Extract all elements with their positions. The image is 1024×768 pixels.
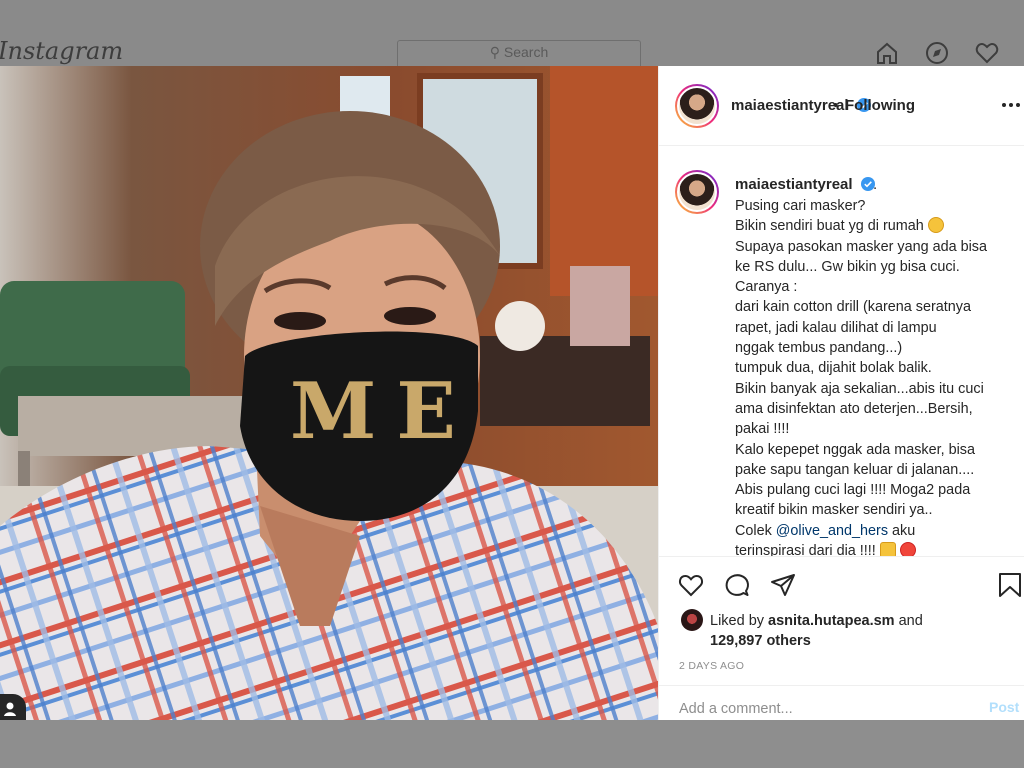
- caption-author: maiaestiantyreal: [735, 176, 875, 193]
- caption-line: nggak tembus pandang...): [735, 340, 903, 357]
- caption-line: pake sapu tangan keluar di jalanan....: [735, 461, 975, 478]
- heart-icon[interactable]: [677, 571, 705, 599]
- caption-area: maiaestiantyreal . Pusing cari masker? B…: [659, 146, 1024, 556]
- bookmark-icon[interactable]: [997, 571, 1023, 599]
- post-actions: Liked by asnita.hutapea.sm and 129,897 o…: [659, 556, 1024, 720]
- caption-line: Kalo kepepet nggak ada masker, bisa: [735, 441, 976, 458]
- page-header-dimmed: Instagram ⚲ Search: [0, 0, 1024, 66]
- caption-line: Abis pulang cuci lagi !!!! Moga2 pada: [735, 482, 971, 499]
- liker-username-link[interactable]: asnita.hutapea.sm: [768, 613, 895, 629]
- caption-line: Supaya pasokan masker yang ada bisa: [735, 238, 987, 255]
- caption-line: pakai !!!!: [735, 421, 790, 438]
- caption-line: tumpuk dua, dijahit bolak balik.: [735, 360, 932, 377]
- laughing-emoji-icon: [927, 217, 944, 234]
- mention-link[interactable]: @olive_and_hers: [776, 523, 888, 539]
- avatar[interactable]: [675, 170, 719, 214]
- search-input[interactable]: ⚲ Search: [397, 40, 641, 66]
- post-comment-button[interactable]: Post: [989, 699, 1019, 715]
- heart-icon[interactable]: [974, 40, 1000, 66]
- username-link[interactable]: maiaestiantyreal: [731, 97, 849, 114]
- caption-line: Colek @olive_and_hers aku: [735, 522, 916, 539]
- comment-form: Post: [659, 685, 1024, 720]
- caption-username-link[interactable]: maiaestiantyreal: [735, 176, 853, 193]
- caption-line: Bikin banyak aja sekalian...abis itu cuc…: [735, 380, 984, 397]
- share-icon[interactable]: [769, 571, 797, 599]
- separator-dot: •: [833, 97, 839, 114]
- user-icon: [4, 702, 16, 716]
- caption-line: Pusing cari masker?: [735, 198, 866, 214]
- more-dots-icon[interactable]: [1001, 97, 1021, 113]
- caption-line: dari kain cotton drill (karena seratnya: [735, 299, 971, 316]
- avatar[interactable]: [675, 84, 719, 128]
- home-icon[interactable]: [874, 40, 900, 66]
- comment-icon[interactable]: [723, 571, 751, 599]
- overlay-bottom: [0, 720, 1024, 768]
- following-button[interactable]: Following: [845, 97, 915, 114]
- post-timestamp[interactable]: 2 DAYS AGO: [679, 660, 744, 672]
- search-placeholder: Search: [503, 44, 549, 60]
- liker-avatar[interactable]: [681, 609, 703, 631]
- explore-icon[interactable]: [924, 40, 950, 66]
- search-icon: ⚲: [489, 44, 500, 60]
- caption-line: ke RS dulu... Gw bikin yg bisa cuci.: [735, 258, 960, 275]
- post-details-panel: maiaestiantyreal • Following maiaestiant…: [658, 66, 1024, 720]
- instagram-logo: Instagram: [0, 37, 124, 65]
- liked-by-text: Liked by asnita.hutapea.sm and 129,897 o…: [710, 613, 923, 649]
- caption-line: rapet, jadi kalau dilihat di lampu: [735, 319, 937, 336]
- heart-eyes-emoji-icon: [899, 542, 916, 556]
- likes-count-link[interactable]: 129,897 others: [710, 633, 811, 649]
- caption-line: terinspirasi dari dia !!!!: [735, 541, 1024, 556]
- caption-text: Pusing cari masker? Bikin sendiri buat y…: [735, 196, 1024, 556]
- caption-line: Bikin sendiri buat yg di rumah: [735, 216, 1024, 236]
- post-header: maiaestiantyreal • Following: [659, 66, 1024, 146]
- post-photo[interactable]: ME: [0, 66, 658, 720]
- comment-input[interactable]: [679, 698, 949, 720]
- caption-suffix: .: [873, 176, 878, 193]
- raised-hand-emoji-icon: [879, 542, 896, 556]
- tagged-users-icon[interactable]: [0, 694, 26, 720]
- top-nav-icons: [870, 40, 1010, 66]
- mask-letters: ME: [290, 366, 476, 457]
- caption-line: Caranya :: [735, 279, 798, 296]
- caption-line: ama disinfektan ato deterjen...Bersih,: [735, 400, 973, 417]
- caption-line: kreatif bikin masker sendiri ya..: [735, 502, 933, 519]
